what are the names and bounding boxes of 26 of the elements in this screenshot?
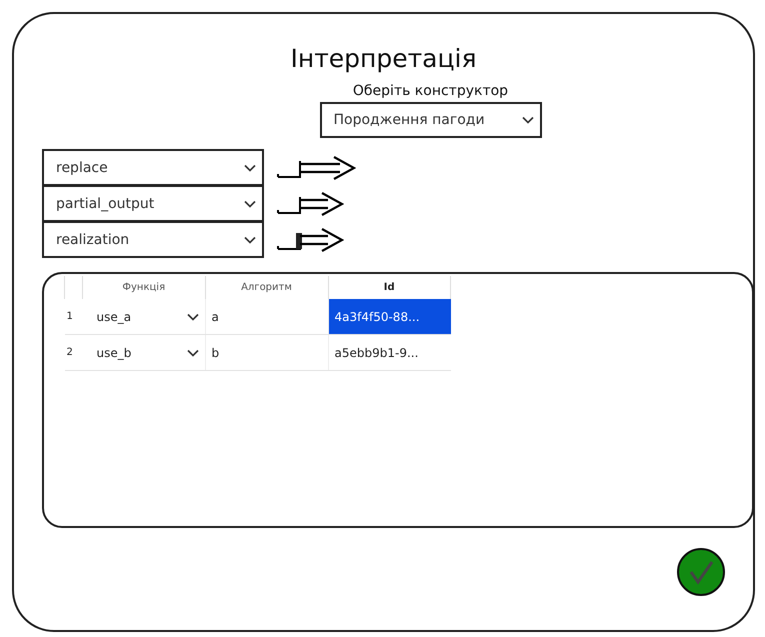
caret-icon [186,348,198,356]
arrow-icon [276,227,344,253]
arrow-icon [276,155,356,181]
id-cell[interactable]: a5ebb9b1-9... [328,334,450,370]
caret-icon [522,116,534,124]
id-cell[interactable]: 4a3f4f50-88... [328,299,450,334]
caret-icon [244,236,256,244]
caret-icon [244,164,256,172]
constructor-label: Оберіть конструктор [352,83,508,99]
column-header: Алгоритм [205,276,328,299]
column-header: Функція [82,276,205,299]
arrow-icon [276,191,344,217]
algorithm-cell: b [205,334,328,370]
caret-icon [244,200,256,208]
confirm-button[interactable] [677,548,725,596]
function-cell[interactable]: use_b [82,334,205,370]
row-number: 1 [64,299,82,334]
row-number: 2 [64,334,82,370]
checkmark-icon [687,558,715,586]
function-dropdown[interactable]: realization [42,221,264,258]
function-cell[interactable]: use_a [82,299,205,334]
caret-icon [186,312,198,320]
function-dropdown[interactable]: partial_output [42,185,264,222]
constructor-dropdown[interactable]: Породження пагоди [320,102,542,138]
dialog-title: Інтерпретація [289,44,478,73]
function-dropdown[interactable]: replace [42,149,264,186]
